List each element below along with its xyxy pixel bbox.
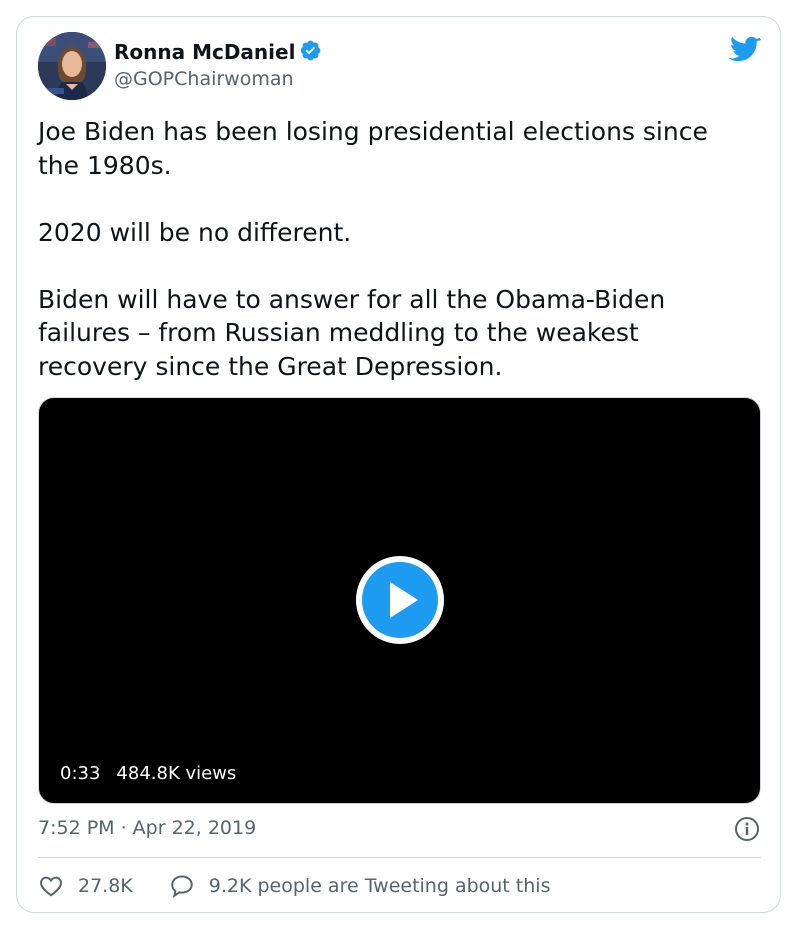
author-name[interactable]: Ronna McDaniel xyxy=(114,40,295,64)
speech-bubble-icon xyxy=(171,875,193,898)
heart-icon xyxy=(40,876,62,897)
tweet-card: Ronna McDaniel @GOPChairwoman Joe Biden … xyxy=(16,16,781,913)
video-views: 484.8K views xyxy=(116,763,237,784)
action-bar: 27.8K 9.2K people are Tweeting about thi… xyxy=(38,873,550,899)
like-button[interactable]: 27.8K xyxy=(38,873,133,899)
author-handle[interactable]: @GOPChairwoman xyxy=(114,68,294,90)
video-meta: 0:33 484.8K views xyxy=(60,763,236,784)
tweet-text: Joe Biden has been losing presidential e… xyxy=(38,117,708,381)
avatar-photo xyxy=(38,32,106,100)
video-player[interactable]: 0:33 484.8K views xyxy=(38,397,761,804)
divider xyxy=(38,857,761,858)
author-name-row[interactable]: Ronna McDaniel xyxy=(114,39,322,64)
info-icon[interactable] xyxy=(734,816,760,842)
avatar[interactable] xyxy=(38,32,106,100)
play-icon[interactable] xyxy=(354,554,446,646)
conversation-text: 9.2K people are Tweeting about this xyxy=(208,875,551,897)
verified-badge-icon xyxy=(301,40,321,61)
like-count: 27.8K xyxy=(78,875,133,897)
video-duration: 0:33 xyxy=(60,763,101,784)
conversation-link[interactable]: 9.2K people are Tweeting about this xyxy=(169,873,551,899)
tweet-timestamp[interactable]: 7:52 PM · Apr 22, 2019 xyxy=(38,817,256,839)
twitter-bird-icon[interactable] xyxy=(729,35,761,63)
